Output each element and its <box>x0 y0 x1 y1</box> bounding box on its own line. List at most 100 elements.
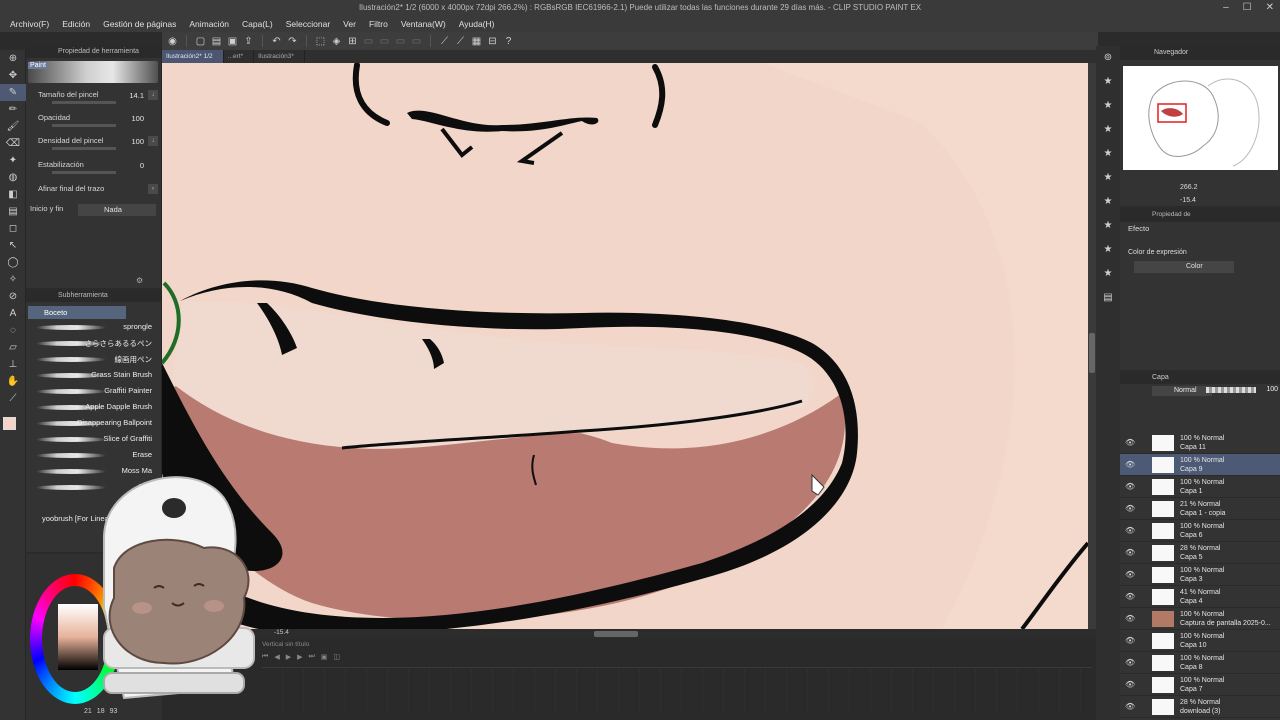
layer-row[interactable]: 👁 28 % Normal download (3) <box>1120 696 1280 718</box>
horizontal-scroll-thumb[interactable] <box>594 631 638 637</box>
navigator-rotation-value[interactable]: -15.4 <box>1180 194 1198 207</box>
crop-icon[interactable]: ▭ <box>394 35 407 48</box>
move-tool-icon[interactable]: ✥ <box>0 67 26 84</box>
tab-ilustracion2[interactable]: Ilustración2* 1/2 <box>162 50 224 63</box>
invert-selection-icon[interactable]: ▭ <box>378 35 391 48</box>
color-picker-icon[interactable]: ⟋ <box>0 390 26 407</box>
layer-row[interactable]: 👁 21 % Normal Capa 1 - copia <box>1120 498 1280 520</box>
balloon-tool-icon[interactable]: ◌ <box>0 322 26 339</box>
blend-mode-select[interactable]: Normal <box>1152 386 1212 396</box>
visibility-eye-icon[interactable]: 👁 <box>1125 614 1135 623</box>
gradient-tool-icon[interactable]: ▤ <box>0 203 26 220</box>
canvas-area[interactable] <box>162 63 1088 629</box>
fill-icon[interactable]: ◈ <box>330 35 343 48</box>
visibility-eye-icon[interactable]: 👁 <box>1125 636 1135 645</box>
brush-item[interactable]: sprongle <box>28 320 158 335</box>
blend-tool-icon[interactable]: ◍ <box>0 169 26 186</box>
frame-tool-icon[interactable]: ▱ <box>0 339 26 356</box>
brush-density-value[interactable]: 100 <box>131 137 144 146</box>
brush-density-stepper[interactable]: ↓ <box>148 136 158 146</box>
auto-select-tool-icon[interactable]: ✧ <box>0 271 26 288</box>
main-color-swatch[interactable] <box>3 417 16 430</box>
pen-tool-icon[interactable]: ✎ <box>0 84 26 101</box>
navigator-thumbnail[interactable] <box>1123 66 1278 170</box>
menu-ayuda[interactable]: Ayuda(H) <box>459 19 495 29</box>
undo-icon[interactable]: ↶ <box>270 35 283 48</box>
layer-opacity-slider[interactable] <box>1206 387 1256 393</box>
redo-icon[interactable]: ↷ <box>286 35 299 48</box>
clip-studio-icon[interactable]: ◉ <box>166 35 179 48</box>
pencil-tool-icon[interactable]: ✏ <box>0 101 26 118</box>
deselect-icon[interactable]: ▭ <box>362 35 375 48</box>
vertical-scrollbar[interactable] <box>1088 63 1096 629</box>
brush-item[interactable]: さらさらあるるペン <box>28 336 158 351</box>
layer-row[interactable]: 👁 100 % Normal Capa 3 <box>1120 564 1280 586</box>
lasso-tool-icon[interactable]: ◯ <box>0 254 26 271</box>
fill-tool-icon[interactable]: ◧ <box>0 186 26 203</box>
visibility-eye-icon[interactable]: 👁 <box>1125 570 1135 579</box>
layer-row[interactable]: 👁 100 % Normal Capa 9 <box>1120 454 1280 476</box>
material-icon[interactable]: ★ <box>1096 70 1120 94</box>
menu-edicion[interactable]: Edición <box>62 19 90 29</box>
brush-item[interactable]: 線画用ペン <box>28 352 158 367</box>
hand-tool-icon[interactable]: ✋ <box>0 373 26 390</box>
brush-item[interactable]: Graffiti Painter <box>28 384 158 399</box>
export-icon[interactable]: ⇪ <box>242 35 255 48</box>
visibility-eye-icon[interactable]: 👁 <box>1125 680 1135 689</box>
navigator-zoom-value[interactable]: 266.2 <box>1180 181 1198 194</box>
brush-density-slider[interactable] <box>52 147 116 150</box>
layer-row[interactable]: 👁 100 % Normal Capa 1 <box>1120 476 1280 498</box>
layer-row[interactable]: 👁 100 % Normal Capa 8 <box>1120 652 1280 674</box>
material-icon[interactable]: ★ <box>1096 118 1120 142</box>
visibility-eye-icon[interactable]: 👁 <box>1125 548 1135 557</box>
timeline-grid[interactable] <box>262 667 1092 713</box>
clear-icon[interactable]: ▭ <box>410 35 423 48</box>
layer-row[interactable]: 👁 41 % Normal Capa 4 <box>1120 586 1280 608</box>
tab-ert[interactable]: ...ert* <box>224 50 255 63</box>
visibility-eye-icon[interactable]: 👁 <box>1125 438 1135 447</box>
end-icon[interactable]: ⏭ <box>308 653 314 661</box>
search-icon[interactable]: ⊚ <box>1096 46 1120 70</box>
eraser-tool-icon[interactable]: ⌫ <box>0 135 26 152</box>
wrench-icon[interactable]: ⚙ <box>136 276 143 285</box>
prev-frame-icon[interactable]: ◀ <box>274 653 279 661</box>
eyedropper-tool-icon[interactable]: ⊘ <box>0 288 26 305</box>
taper-expand-icon[interactable]: › <box>148 184 158 194</box>
stabilization-value[interactable]: 0 <box>140 161 144 170</box>
next-frame-icon[interactable]: ▶ <box>297 653 302 661</box>
material-icon[interactable]: ★ <box>1096 142 1120 166</box>
brush-size-stepper[interactable]: ↓ <box>148 90 158 100</box>
canvas-drawing[interactable] <box>162 63 1088 629</box>
selection-icon[interactable]: ⬚ <box>314 35 327 48</box>
menu-animacion[interactable]: Animación <box>189 19 229 29</box>
subtool-group-tab[interactable]: Boceto <box>28 306 126 319</box>
layer-row[interactable]: 👁 100 % Normal Captura de pantalla 2025-0.… <box>1120 608 1280 630</box>
stabilization-slider[interactable] <box>52 171 116 174</box>
material-icon[interactable]: ★ <box>1096 94 1120 118</box>
play-icon[interactable]: ▶ <box>286 653 291 661</box>
tab-ilustracion3[interactable]: Ilustración3* <box>254 50 305 63</box>
start-end-row[interactable]: Inicio y fin Nada <box>30 204 156 224</box>
brush-density-row[interactable]: Densidad del pincel 100 ↓ <box>38 136 160 156</box>
main-sub-color-chip[interactable] <box>3 417 21 435</box>
vertical-scroll-thumb[interactable] <box>1089 333 1095 373</box>
material-icon[interactable]: ★ <box>1096 214 1120 238</box>
rotation-readout[interactable]: -15.4 <box>274 629 289 636</box>
figure-tool-icon[interactable]: ◻ <box>0 220 26 237</box>
menu-ver[interactable]: Ver <box>343 19 356 29</box>
material-icon[interactable]: ★ <box>1096 262 1120 286</box>
visibility-eye-icon[interactable]: 👁 <box>1125 658 1135 667</box>
transform-icon[interactable]: ⊞ <box>346 35 359 48</box>
layer-row[interactable]: 👁 100 % Normal Capa 11 <box>1120 432 1280 454</box>
brush-item[interactable]: Apple Dapple Brush <box>28 400 158 415</box>
zoom-tool-icon[interactable]: ⊕ <box>0 50 26 67</box>
ruler-tool-icon[interactable]: ⊥ <box>0 356 26 373</box>
open-file-icon[interactable]: ▤ <box>210 35 223 48</box>
visibility-eye-icon[interactable]: 👁 <box>1125 460 1135 469</box>
opacity-value[interactable]: 100 <box>131 114 144 123</box>
layer-opacity-value[interactable]: 100 <box>1266 386 1278 393</box>
rewind-icon[interactable]: ⏮ <box>262 653 268 661</box>
expression-color-select[interactable]: Color <box>1134 261 1234 273</box>
snap-special-ruler-icon[interactable]: ⟋ <box>454 35 467 48</box>
material-icon[interactable]: ★ <box>1096 190 1120 214</box>
